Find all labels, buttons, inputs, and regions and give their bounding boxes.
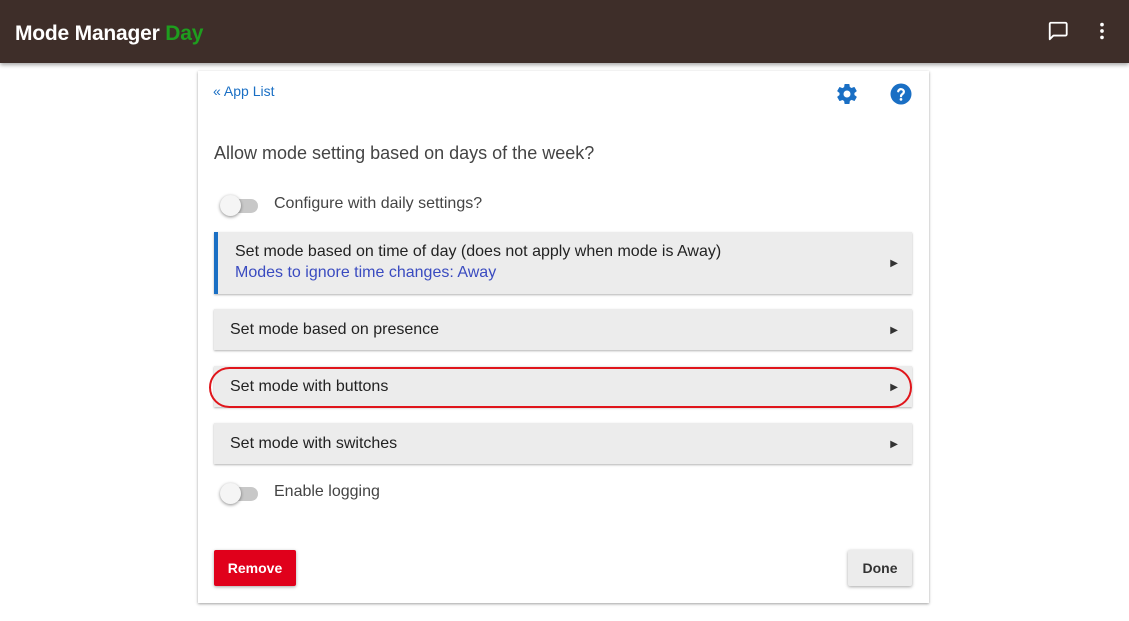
daily-settings-row: Configure with daily settings?	[220, 194, 483, 216]
logging-row: Enable logging	[220, 482, 380, 504]
current-mode-label: Day	[165, 22, 204, 45]
app-header: Mode Manager Day	[0, 0, 1129, 63]
back-to-app-list-link[interactable]: « App List	[213, 83, 275, 99]
nav-presence-title: Set mode based on presence	[230, 321, 440, 338]
chevron-right-icon: ▶	[890, 439, 898, 450]
nav-time-of-day[interactable]: Set mode based on time of day (does not …	[214, 232, 912, 294]
nav-buttons[interactable]: Set mode with buttons ▶	[214, 366, 912, 407]
app-title: Mode Manager Day	[15, 22, 203, 46]
app-settings-card: « App List Allow mode setting based on d…	[198, 71, 929, 603]
nav-presence[interactable]: Set mode based on presence ▶	[214, 309, 912, 350]
chevron-right-icon: ▶	[890, 258, 898, 269]
daily-settings-label: Configure with daily settings?	[274, 195, 483, 212]
logging-label: Enable logging	[274, 483, 380, 500]
chevron-right-icon: ▶	[890, 382, 898, 393]
remove-button[interactable]: Remove	[214, 550, 296, 586]
chat-icon[interactable]	[1045, 18, 1071, 44]
chevron-right-icon: ▶	[890, 325, 898, 336]
gear-icon[interactable]	[835, 82, 859, 106]
toggle-knob	[220, 483, 241, 504]
logging-toggle[interactable]	[220, 482, 258, 504]
help-icon[interactable]	[889, 82, 913, 106]
nav-switches-title: Set mode with switches	[230, 435, 398, 452]
done-button[interactable]: Done	[848, 550, 912, 586]
app-title-text: Mode Manager	[15, 22, 160, 45]
nav-buttons-title: Set mode with buttons	[230, 378, 389, 395]
header-actions	[1045, 18, 1115, 44]
nav-time-of-day-subtitle: Modes to ignore time changes: Away	[235, 264, 497, 281]
nav-switches[interactable]: Set mode with switches ▶	[214, 423, 912, 464]
more-vert-icon[interactable]	[1089, 18, 1115, 44]
section-title: Allow mode setting based on days of the …	[214, 143, 595, 163]
daily-settings-toggle[interactable]	[220, 194, 258, 216]
nav-time-of-day-title: Set mode based on time of day (does not …	[235, 243, 722, 260]
toggle-knob	[220, 195, 241, 216]
